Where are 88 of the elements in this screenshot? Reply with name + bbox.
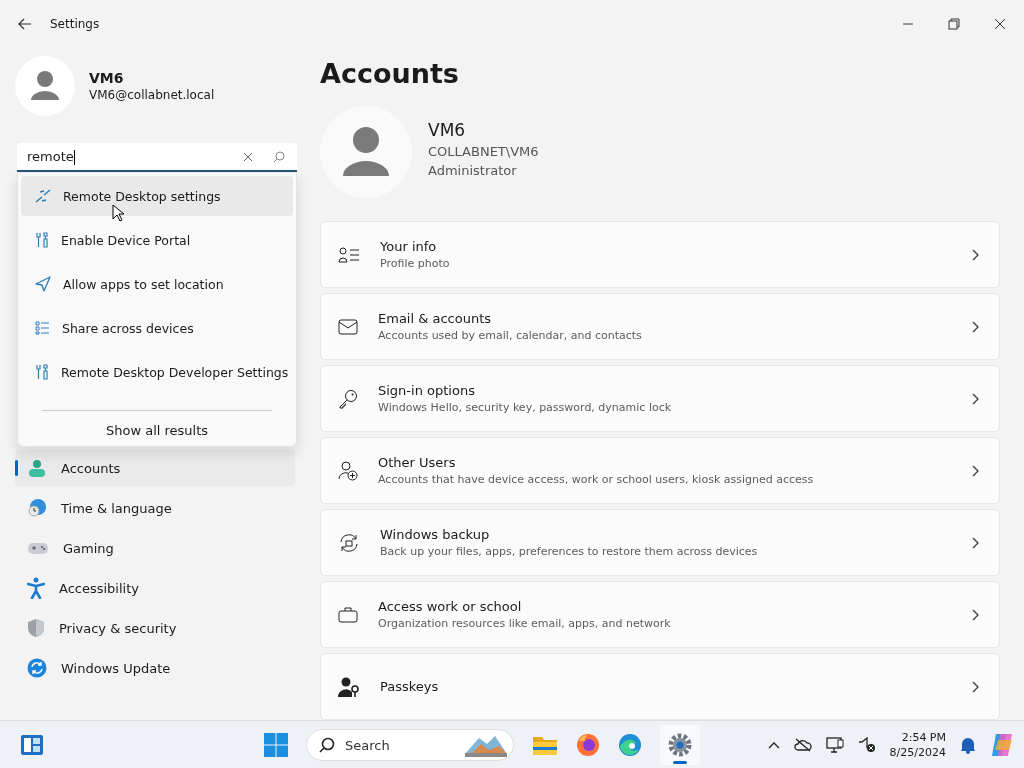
chevron-right-icon bbox=[972, 608, 979, 621]
tools-icon bbox=[35, 232, 49, 248]
nav-item[interactable]: Accounts bbox=[15, 450, 295, 486]
mail-icon bbox=[338, 318, 358, 335]
briefcase-icon bbox=[338, 606, 358, 623]
avatar-icon bbox=[320, 106, 412, 199]
chevron-right-icon bbox=[972, 680, 979, 693]
chevron-right-icon bbox=[972, 392, 979, 405]
avatar-icon bbox=[15, 56, 75, 116]
card-description: Organization resources like email, apps, and network bbox=[378, 617, 672, 630]
globe-clock-icon bbox=[27, 498, 47, 518]
network-icon[interactable] bbox=[825, 736, 844, 753]
settings-card[interactable]: Passkeys bbox=[320, 653, 1000, 720]
user-add-icon bbox=[338, 460, 358, 481]
card-title: Passkeys bbox=[380, 679, 440, 694]
key-icon bbox=[338, 388, 358, 409]
suggestion-item[interactable]: Allow apps to set location bbox=[21, 264, 293, 304]
profile-list-icon bbox=[338, 246, 360, 263]
firefox-icon[interactable] bbox=[576, 733, 600, 757]
cloud-off-icon[interactable] bbox=[793, 737, 812, 752]
card-title: Sign-in options bbox=[378, 383, 476, 398]
close-icon[interactable] bbox=[994, 18, 1006, 30]
update-icon bbox=[27, 658, 47, 678]
account-name: VM6 bbox=[428, 120, 467, 141]
backup-icon bbox=[338, 532, 360, 553]
card-title: Email & accounts bbox=[378, 311, 493, 326]
settings-card[interactable]: Sign-in options Windows Hello, security key, password, dynamic lock bbox=[320, 365, 1000, 432]
list-icon bbox=[35, 321, 50, 335]
user-email: VM6@collabnet.local bbox=[89, 88, 215, 102]
card-title: Your info bbox=[380, 239, 438, 254]
account-domain: COLLABNET\VM6 bbox=[428, 144, 539, 160]
card-description: Accounts used by email, calendar, and contacts bbox=[378, 329, 643, 342]
suggestion-item[interactable]: Remote Desktop Developer Settings bbox=[21, 352, 293, 392]
nav-item[interactable]: Privacy & security bbox=[15, 610, 295, 646]
bell-icon[interactable] bbox=[960, 735, 976, 754]
tools-icon bbox=[35, 364, 49, 380]
taskbar-search-box[interactable]: Search bbox=[306, 729, 514, 761]
location-arrow-icon bbox=[35, 276, 51, 292]
chevron-right-icon bbox=[972, 536, 979, 549]
settings-card[interactable]: Other Users Accounts that have device access, work or school users, kiosk assigned access bbox=[320, 437, 1000, 504]
person-key-icon bbox=[338, 676, 360, 697]
user-name: VM6 bbox=[89, 70, 125, 86]
shield-icon bbox=[27, 618, 45, 638]
nav-item[interactable]: Windows Update bbox=[15, 650, 295, 686]
clear-icon[interactable] bbox=[243, 151, 253, 162]
remote-desktop-icon bbox=[35, 189, 51, 203]
search-icon bbox=[319, 737, 335, 753]
settings-card[interactable]: Email & accounts Accounts used by email, calendar, and contacts bbox=[320, 293, 1000, 360]
chevron-up-icon[interactable] bbox=[767, 740, 780, 749]
window-title: Settings bbox=[50, 17, 100, 31]
suggestion-item[interactable]: Share across devices bbox=[21, 308, 293, 348]
page-title: Accounts bbox=[320, 58, 460, 91]
folder-icon[interactable] bbox=[532, 734, 558, 756]
person-icon bbox=[27, 458, 47, 478]
card-description: Accounts that have device access, work or school users, kiosk assigned access bbox=[378, 473, 815, 486]
mouse-pointer-icon bbox=[112, 204, 124, 222]
nav-item[interactable]: Accessibility bbox=[15, 570, 295, 606]
chevron-right-icon bbox=[972, 248, 979, 261]
card-description: Windows Hello, security key, password, dynamic lock bbox=[378, 401, 673, 414]
back-icon[interactable] bbox=[18, 18, 32, 30]
settings-taskbar-button[interactable] bbox=[660, 725, 700, 765]
edge-icon[interactable] bbox=[618, 733, 642, 757]
clock-date[interactable]: 8/25/2024 bbox=[889, 744, 946, 760]
search-icon[interactable] bbox=[273, 150, 285, 163]
account-role: Administrator bbox=[428, 163, 518, 179]
card-description: Profile photo bbox=[380, 257, 451, 270]
restore-icon[interactable] bbox=[948, 18, 960, 30]
settings-card[interactable]: Windows backup Back up your files, apps, preferences to restore them across devices bbox=[320, 509, 1000, 576]
suggestion-item[interactable]: Enable Device Portal bbox=[21, 220, 293, 260]
card-description: Back up your files, apps, preferences to restore them across devices bbox=[380, 545, 759, 558]
suggestion-item[interactable]: Remote Desktop settings bbox=[21, 176, 293, 216]
card-title: Access work or school bbox=[378, 599, 523, 614]
game-controller-icon bbox=[27, 540, 49, 556]
gear-icon bbox=[668, 733, 692, 757]
nav-item[interactable]: Gaming bbox=[15, 530, 295, 566]
card-title: Windows backup bbox=[380, 527, 491, 542]
widgets-icon[interactable] bbox=[20, 733, 44, 756]
accessibility-icon bbox=[27, 577, 45, 599]
search-field[interactable]: remote bbox=[17, 143, 297, 172]
clock-time[interactable]: 2:54 PM bbox=[901, 729, 946, 745]
chevron-right-icon bbox=[972, 320, 979, 333]
settings-card[interactable]: Your info Profile photo bbox=[320, 221, 1000, 288]
start-icon[interactable] bbox=[264, 733, 288, 757]
chevron-right-icon bbox=[972, 464, 979, 477]
nav-item[interactable]: Time & language bbox=[15, 490, 295, 526]
show-all-results-link[interactable]: Show all results bbox=[105, 423, 209, 438]
card-title: Other Users bbox=[378, 455, 457, 470]
settings-card[interactable]: Access work or school Organization resources like email, apps, and network bbox=[320, 581, 1000, 648]
